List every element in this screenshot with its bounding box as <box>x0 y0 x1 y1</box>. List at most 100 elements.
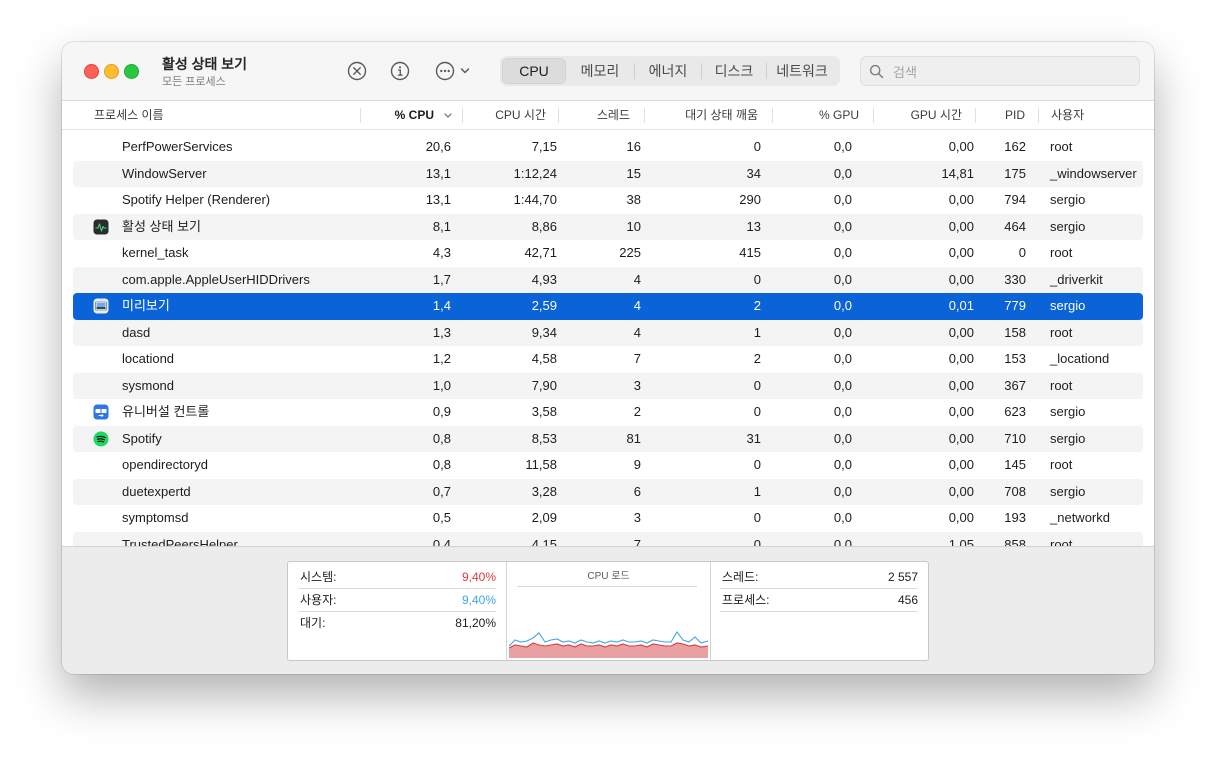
process-row[interactable]: opendirectoryd 0,8 11,58 9 0 0,0 0,00 145 root <box>73 452 1143 479</box>
column-cpu-time[interactable]: CPU 시간 <box>464 101 546 129</box>
tab-network[interactable]: 네트워크 <box>767 58 837 84</box>
process-gpu-percent: 0,0 <box>833 377 852 393</box>
search-icon <box>869 64 884 79</box>
process-table[interactable]: PerfPowerServices 20,6 7,15 16 0 0,0 0,00 162 ro… <box>62 134 1154 546</box>
column-divider[interactable] <box>1038 108 1039 123</box>
column-divider[interactable] <box>462 108 463 123</box>
process-gpu-time: 0,00 <box>948 271 974 287</box>
preview-icon <box>93 298 109 314</box>
process-threads: 7 <box>633 536 641 547</box>
process-cpu-time: 4,15 <box>531 536 557 547</box>
process-row[interactable]: PerfPowerServices 20,6 7,15 16 0 0,0 0,00 162 ro… <box>73 134 1143 161</box>
process-row[interactable]: kernel_task 4,3 42,71 225 415 0,0 0,00 0 root <box>73 240 1143 267</box>
window-title: 활성 상태 보기 <box>162 56 248 72</box>
stop-process-icon[interactable] <box>346 60 368 82</box>
more-actions-icon[interactable] <box>434 60 456 82</box>
process-row[interactable]: symptomsd 0,5 2,09 3 0 0,0 0,00 193 _networkd <box>73 505 1143 532</box>
column-divider[interactable] <box>360 108 361 123</box>
search-field[interactable] <box>860 56 1140 86</box>
column-cpu-percent[interactable]: % CPU <box>362 101 434 129</box>
stat-system-value: 9,40% <box>461 570 496 584</box>
process-user: _windowserver <box>1050 165 1137 181</box>
cpu-load-title: CPU 로드 <box>587 571 630 582</box>
process-pid: 779 <box>1004 298 1026 313</box>
activity-monitor-icon <box>93 219 109 235</box>
process-name: PerfPowerServices <box>122 139 233 154</box>
process-row[interactable]: Spotify Helper (Renderer) 13,1 1:44,70 38 29… <box>73 187 1143 214</box>
close-window-button[interactable] <box>84 64 99 79</box>
process-user: root <box>1050 536 1073 547</box>
process-name: Spotify <box>122 430 162 446</box>
sort-descending-icon[interactable] <box>442 101 454 129</box>
process-cpu-time: 1:12,24 <box>513 165 557 181</box>
stat-processes: 프로세스: 456 <box>720 589 918 612</box>
process-name: symptomsd <box>122 510 189 525</box>
process-row[interactable]: dasd 1,3 9,34 4 1 0,0 0,00 158 root <box>73 319 1143 346</box>
column-divider[interactable] <box>873 108 874 123</box>
process-row[interactable]: 활성 상태 보기 8,1 8,86 10 13 0,0 0,00 464 sergio <box>73 213 1143 240</box>
stat-processes-value: 456 <box>897 593 918 607</box>
process-cpu-time: 42,71 <box>524 245 557 260</box>
process-user: sergio <box>1050 404 1086 419</box>
process-cpu-percent: 13,1 <box>425 192 451 207</box>
process-gpu-percent: 0,0 <box>833 218 852 234</box>
column-header: 프로세스 이름 % CPU CPU 시간 스레드 대기 상태 깨움 % GPU … <box>62 101 1154 130</box>
process-gpu-percent: 0,0 <box>833 139 852 154</box>
process-row[interactable]: TrustedPeersHelper 0,4 4,15 7 0 0,0 1,05 858 roo… <box>73 531 1143 547</box>
tab-memory[interactable]: 메모리 <box>566 58 634 84</box>
process-pid: 794 <box>1004 192 1026 207</box>
search-input[interactable] <box>891 61 1135 83</box>
process-row[interactable]: sysmond 1,0 7,90 3 0 0,0 0,00 367 root <box>73 372 1143 399</box>
process-threads: 3 <box>633 377 641 393</box>
process-threads: 6 <box>633 483 641 499</box>
process-row[interactable]: locationd 1,2 4,58 7 2 0,0 0,00 153 _locationd <box>73 346 1143 373</box>
process-row[interactable]: 유니버설 컨트롤 0,9 3,58 2 0 0,0 0,00 623 sergio <box>73 399 1143 426</box>
process-cpu-percent: 8,1 <box>432 218 451 234</box>
column-threads[interactable]: 스레드 <box>560 101 630 129</box>
tab-energy[interactable]: 에너지 <box>635 58 701 84</box>
column-divider[interactable] <box>558 108 559 123</box>
column-divider[interactable] <box>975 108 976 123</box>
stat-idle: 대기: 81,20% <box>298 612 496 634</box>
process-idle-wakeups: 0 <box>753 271 761 287</box>
column-idle-wakeups[interactable]: 대기 상태 깨움 <box>646 101 758 129</box>
process-idle-wakeups: 0 <box>753 457 761 472</box>
chevron-down-icon[interactable] <box>458 60 472 82</box>
process-cpu-percent: 1,4 <box>432 298 451 313</box>
column-user[interactable]: 사용자 <box>1051 101 1084 129</box>
process-threads: 4 <box>633 271 641 287</box>
process-cpu-time: 7,15 <box>531 139 557 154</box>
tab-disk[interactable]: 디스크 <box>702 58 766 84</box>
process-gpu-percent: 0,0 <box>833 404 852 419</box>
process-row[interactable]: com.apple.AppleUserHIDDrivers 1,7 4,93 4 0 0,… <box>73 266 1143 293</box>
tab-cpu[interactable]: CPU <box>502 58 566 84</box>
process-row[interactable]: 미리보기 1,4 2,59 4 2 0,0 0,01 779 sergio <box>73 293 1143 320</box>
column-divider[interactable] <box>644 108 645 123</box>
process-idle-wakeups: 34 <box>746 165 761 181</box>
process-gpu-percent: 0,0 <box>833 483 852 499</box>
process-gpu-time: 0,00 <box>948 404 974 419</box>
process-name: WindowServer <box>122 165 207 181</box>
process-name: opendirectoryd <box>122 457 208 472</box>
process-pid: 153 <box>1004 351 1026 366</box>
process-idle-wakeups: 13 <box>746 218 761 234</box>
column-gpu-time[interactable]: GPU 시간 <box>875 101 962 129</box>
column-divider[interactable] <box>772 108 773 123</box>
process-row[interactable]: duetexpertd 0,7 3,28 6 1 0,0 0,00 708 sergio <box>73 478 1143 505</box>
stat-threads-value: 2 557 <box>887 570 918 584</box>
process-row[interactable]: Spotify 0,8 8,53 81 31 0,0 0,00 710 sergio <box>73 425 1143 452</box>
process-cpu-percent: 1,3 <box>432 324 451 340</box>
minimize-window-button[interactable] <box>104 64 119 79</box>
process-pid: 623 <box>1004 404 1026 419</box>
process-name: 유니버설 컨트롤 <box>122 404 210 419</box>
info-icon[interactable] <box>389 60 411 82</box>
process-cpu-percent: 1,0 <box>432 377 451 393</box>
column-pid[interactable]: PID <box>977 101 1025 129</box>
column-gpu-percent[interactable]: % GPU <box>774 101 859 129</box>
cpu-summary-footer: 시스템: 9,40% 사용자: 9,40% 대기: 81,20% CPU 로드 <box>62 546 1154 674</box>
zoom-window-button[interactable] <box>124 64 139 79</box>
column-process-name[interactable]: 프로세스 이름 <box>94 101 164 129</box>
process-row[interactable]: WindowServer 13,1 1:12,24 15 34 0,0 14,81 175 _w… <box>73 160 1143 187</box>
process-cpu-time: 2,09 <box>531 510 557 525</box>
process-name: com.apple.AppleUserHIDDrivers <box>122 271 310 287</box>
